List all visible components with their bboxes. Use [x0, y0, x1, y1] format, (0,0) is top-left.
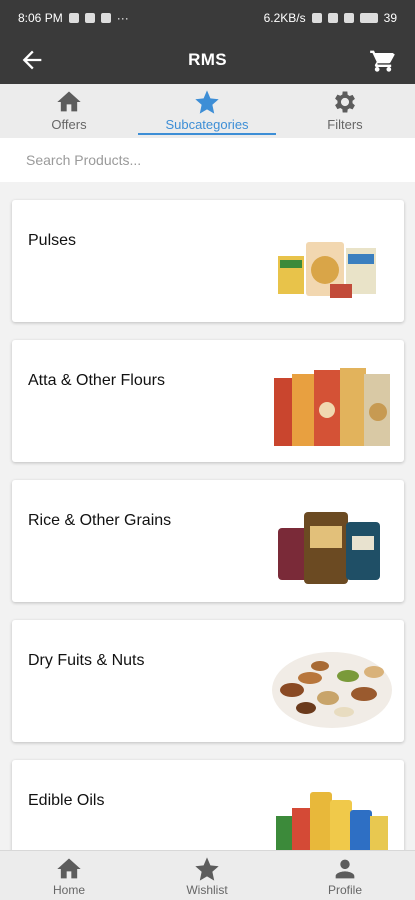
sim-icon: [327, 13, 338, 23]
app-bar: RMS: [0, 36, 415, 84]
category-name: Edible Oils: [28, 792, 105, 809]
status-more-dots: ···: [116, 11, 129, 25]
category-card-dry-fruits[interactable]: Dry Fuits & Nuts: [12, 620, 404, 742]
notification-heart-icon: [68, 13, 79, 23]
pulses-image: [278, 242, 376, 298]
home-icon: [57, 91, 81, 112]
flour-bags-image: [274, 368, 390, 446]
rice-bags-image: [278, 512, 380, 584]
status-net-speed: 6.2KB/s: [263, 11, 306, 25]
category-card-rice[interactable]: Rice & Other Grains: [12, 480, 404, 602]
battery-icon: [359, 13, 378, 23]
dry-fruits-image: [272, 652, 392, 728]
star-icon: [195, 90, 219, 114]
signal-icon: [311, 13, 322, 23]
category-list[interactable]: Pulses Atta & Other Flours Rice & Other …: [0, 190, 415, 850]
search-input[interactable]: [0, 138, 415, 182]
person-icon: [335, 859, 355, 879]
category-card-oils[interactable]: Edible Oils: [12, 760, 404, 850]
back-arrow-icon[interactable]: [18, 46, 46, 74]
status-bar: 8:06 PM ··· 6.2KB/s 39: [0, 0, 415, 36]
nav-label: Profile: [327, 883, 362, 897]
category-card-pulses[interactable]: Pulses: [12, 200, 404, 322]
active-tab-indicator: [138, 133, 276, 135]
category-name: Rice & Other Grains: [28, 512, 172, 529]
gear-icon: [335, 91, 355, 113]
notification-app-icon: [84, 13, 95, 23]
cart-icon[interactable]: [369, 46, 397, 74]
page-title: RMS: [188, 50, 227, 69]
nav-wishlist[interactable]: Wishlist: [138, 853, 276, 899]
tab-filters[interactable]: Filters: [276, 84, 414, 138]
status-time: 8:06 PM: [18, 11, 63, 25]
bottom-navigation: Home Wishlist Profile: [0, 850, 415, 900]
oil-bottles-image: [276, 792, 388, 850]
nav-home[interactable]: Home: [0, 853, 138, 899]
tab-label: Subcategories: [165, 117, 249, 132]
category-name: Pulses: [28, 232, 77, 249]
wifi-icon: [343, 13, 354, 23]
category-name: Atta & Other Flours: [28, 372, 165, 389]
nav-label: Home: [52, 883, 85, 897]
nav-profile[interactable]: Profile: [276, 853, 414, 899]
category-name: Dry Fuits & Nuts: [28, 652, 145, 669]
tab-subcategories[interactable]: Subcategories: [138, 84, 276, 138]
status-battery: 39: [383, 11, 397, 25]
nav-label: Wishlist: [186, 883, 228, 897]
home-icon: [57, 858, 81, 879]
star-icon: [195, 857, 219, 881]
tab-offers[interactable]: Offers: [0, 84, 138, 138]
tab-bar: Offers Subcategories Filters: [0, 84, 415, 138]
tab-label: Offers: [51, 117, 87, 132]
tab-label: Filters: [327, 117, 363, 132]
category-card-flours[interactable]: Atta & Other Flours: [12, 340, 404, 462]
notification-alert-icon: [100, 13, 111, 23]
